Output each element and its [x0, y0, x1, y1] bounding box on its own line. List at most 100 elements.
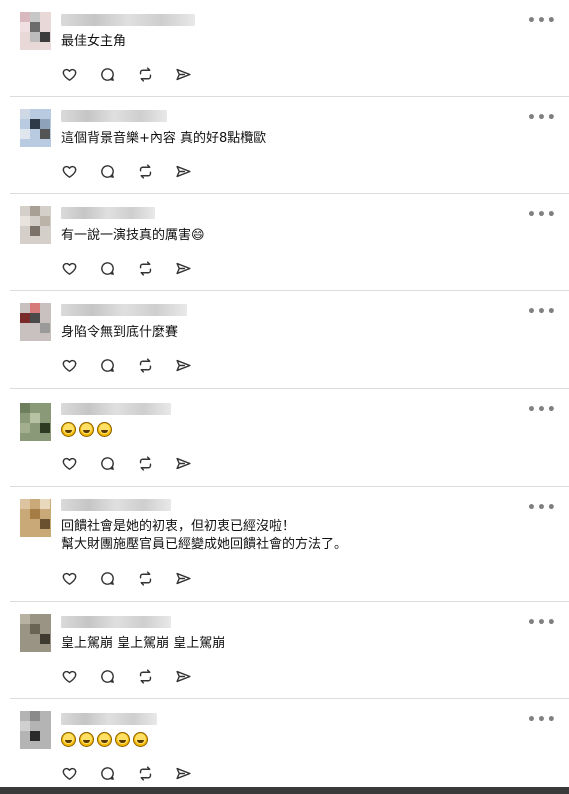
action-bar	[61, 356, 213, 374]
more-options-icon[interactable]: •••	[527, 305, 556, 319]
comment-icon	[99, 357, 116, 374]
share-button[interactable]	[175, 569, 213, 587]
comment-icon	[99, 668, 116, 685]
divider	[10, 486, 569, 487]
repost-icon	[137, 765, 154, 782]
laughing-emoji-icon	[133, 732, 148, 747]
bottom-bar	[0, 787, 569, 794]
repost-button[interactable]	[137, 454, 175, 472]
comment-text: 最佳女主角	[61, 34, 127, 49]
repost-icon	[137, 163, 154, 180]
avatar[interactable]	[20, 499, 51, 537]
avatar[interactable]	[20, 206, 51, 244]
repost-button[interactable]	[137, 569, 175, 587]
share-button[interactable]	[175, 259, 213, 277]
comment-button[interactable]	[99, 259, 137, 277]
heart-button[interactable]	[61, 667, 99, 685]
share-icon	[175, 455, 192, 472]
comment-button[interactable]	[99, 764, 137, 782]
comment-text: 有一說一演技真的厲害😄	[61, 228, 205, 243]
more-options-icon[interactable]: •••	[527, 616, 556, 630]
action-bar	[61, 667, 213, 685]
heart-button[interactable]	[61, 162, 99, 180]
share-button[interactable]	[175, 356, 213, 374]
repost-icon	[137, 570, 154, 587]
more-options-icon[interactable]: •••	[527, 111, 556, 125]
avatar[interactable]	[20, 303, 51, 341]
more-options-icon[interactable]: •••	[527, 501, 556, 515]
username[interactable]	[61, 616, 171, 628]
comment-button[interactable]	[99, 162, 137, 180]
more-options-icon[interactable]: •••	[527, 208, 556, 222]
heart-button[interactable]	[61, 764, 99, 782]
avatar[interactable]	[20, 12, 51, 50]
comment-button[interactable]	[99, 667, 137, 685]
heart-icon	[61, 765, 78, 782]
share-button[interactable]	[175, 454, 213, 472]
repost-icon	[137, 66, 154, 83]
more-options-icon[interactable]: •••	[527, 14, 556, 28]
heart-icon	[61, 570, 78, 587]
avatar[interactable]	[20, 109, 51, 147]
heart-button[interactable]	[61, 259, 99, 277]
action-bar	[61, 569, 213, 587]
share-button[interactable]	[175, 65, 213, 83]
comment-button[interactable]	[99, 356, 137, 374]
divider	[10, 193, 569, 194]
share-icon	[175, 66, 192, 83]
divider	[10, 601, 569, 602]
repost-button[interactable]	[137, 356, 175, 374]
action-bar	[61, 162, 213, 180]
avatar[interactable]	[20, 711, 51, 749]
divider	[10, 290, 569, 291]
repost-button[interactable]	[137, 667, 175, 685]
heart-icon	[61, 668, 78, 685]
share-icon	[175, 668, 192, 685]
comment-text: 皇上駕崩 皇上駕崩 皇上駕崩	[61, 636, 226, 651]
action-bar	[61, 65, 213, 83]
username[interactable]	[61, 403, 171, 415]
username[interactable]	[61, 499, 171, 511]
repost-button[interactable]	[137, 65, 175, 83]
share-icon	[175, 260, 192, 277]
heart-icon	[61, 357, 78, 374]
comment-button[interactable]	[99, 65, 137, 83]
comment-icon	[99, 455, 116, 472]
share-button[interactable]	[175, 667, 213, 685]
repost-button[interactable]	[137, 259, 175, 277]
share-button[interactable]	[175, 162, 213, 180]
comment-icon	[99, 66, 116, 83]
laughing-emoji-icon	[115, 732, 130, 747]
heart-button[interactable]	[61, 65, 99, 83]
share-button[interactable]	[175, 764, 213, 782]
username[interactable]	[61, 304, 187, 316]
heart-icon	[61, 163, 78, 180]
comment-button[interactable]	[99, 569, 137, 587]
comment-button[interactable]	[99, 454, 137, 472]
laughing-emoji-icon	[61, 422, 76, 437]
more-options-icon[interactable]: •••	[527, 713, 556, 727]
comment-icon	[99, 765, 116, 782]
repost-button[interactable]	[137, 764, 175, 782]
share-icon	[175, 357, 192, 374]
heart-button[interactable]	[61, 569, 99, 587]
comment-icon	[99, 260, 116, 277]
laughing-emoji-icon	[97, 732, 112, 747]
username[interactable]	[61, 110, 167, 122]
emoji-row	[61, 732, 148, 747]
action-bar	[61, 454, 213, 472]
heart-button[interactable]	[61, 454, 99, 472]
heart-icon	[61, 455, 78, 472]
avatar[interactable]	[20, 614, 51, 652]
repost-icon	[137, 260, 154, 277]
comment-icon	[99, 163, 116, 180]
avatar[interactable]	[20, 403, 51, 441]
username[interactable]	[61, 207, 155, 219]
laughing-emoji-icon	[97, 422, 112, 437]
repost-button[interactable]	[137, 162, 175, 180]
username[interactable]	[61, 713, 157, 725]
more-options-icon[interactable]: •••	[527, 403, 556, 417]
username[interactable]	[61, 14, 195, 26]
heart-button[interactable]	[61, 356, 99, 374]
divider	[10, 96, 569, 97]
